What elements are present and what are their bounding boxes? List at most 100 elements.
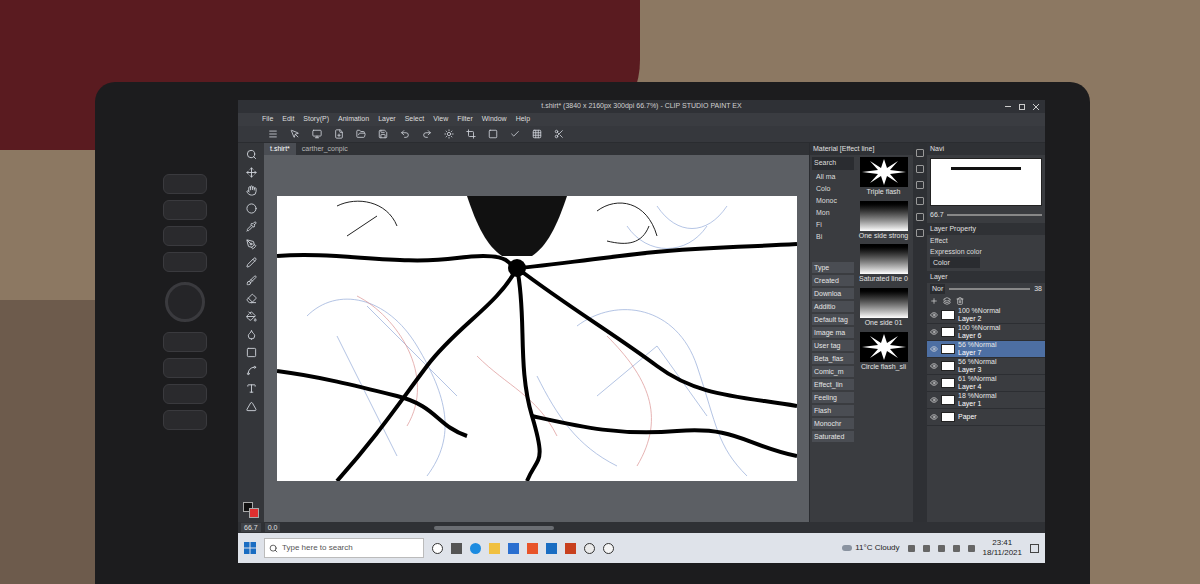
tray-icon[interactable] <box>908 545 915 552</box>
material-tree-item[interactable]: Mon <box>812 207 854 218</box>
windows-logo-icon[interactable] <box>244 542 256 554</box>
material-tag[interactable]: Flash <box>812 405 854 416</box>
expression-color-select[interactable]: Color <box>930 257 980 268</box>
express-key[interactable] <box>163 410 207 430</box>
cortana-icon[interactable] <box>432 543 443 554</box>
express-key[interactable] <box>163 358 207 378</box>
panel-toggle-icon[interactable] <box>916 181 924 189</box>
layer-folder-icon[interactable] <box>943 297 951 305</box>
menu-item[interactable]: Animation <box>338 114 369 125</box>
visibility-eye-icon[interactable] <box>930 311 938 319</box>
horizontal-scrollbar[interactable] <box>434 526 554 530</box>
menu-item[interactable]: Window <box>482 114 507 125</box>
menu-item[interactable]: Select <box>405 114 424 125</box>
pencil-icon[interactable] <box>246 257 257 268</box>
material-tag[interactable]: Type <box>812 262 854 273</box>
scissors-icon[interactable] <box>554 129 564 139</box>
zoom-icon[interactable] <box>246 149 257 160</box>
maximize-icon[interactable] <box>1019 104 1025 110</box>
material-tag[interactable]: Effect_lin <box>812 379 854 390</box>
pen-icon[interactable] <box>246 239 257 250</box>
menu-item[interactable]: Help <box>516 114 530 125</box>
material-tile[interactable]: Triple flash <box>856 157 911 197</box>
material-tree-item[interactable]: Colo <box>812 183 854 194</box>
weather-widget[interactable]: 11°C Cloudy <box>842 542 899 554</box>
eyedropper-icon[interactable] <box>246 221 257 232</box>
opacity-slider[interactable] <box>949 288 1030 290</box>
powerpoint-icon[interactable] <box>565 543 576 554</box>
panel-toggle-icon[interactable] <box>916 197 924 205</box>
material-search[interactable]: Search <box>812 157 854 170</box>
express-key[interactable] <box>163 226 207 246</box>
crop-icon[interactable] <box>466 129 476 139</box>
new-file-icon[interactable] <box>334 129 344 139</box>
menu-item[interactable]: File <box>262 114 273 125</box>
undo-icon[interactable] <box>400 129 410 139</box>
delete-layer-icon[interactable] <box>956 297 964 305</box>
close-icon[interactable] <box>1033 104 1039 110</box>
material-tag[interactable]: Monochr <box>812 418 854 429</box>
visibility-eye-icon[interactable] <box>930 396 938 404</box>
zoom-value[interactable]: 66.7 <box>930 210 944 221</box>
save-icon[interactable] <box>378 129 388 139</box>
taskbar-search[interactable]: Type here to search <box>264 538 424 558</box>
tray-icon[interactable] <box>968 545 975 552</box>
paint-icon[interactable] <box>603 543 614 554</box>
brightness-icon[interactable] <box>444 129 454 139</box>
store-icon[interactable] <box>508 543 519 554</box>
express-key[interactable] <box>163 252 207 272</box>
express-key[interactable] <box>163 384 207 404</box>
layer-row[interactable]: Paper <box>927 409 1045 426</box>
edge-icon[interactable] <box>470 543 481 554</box>
material-tag[interactable]: User tag <box>812 340 854 351</box>
material-tree-item[interactable]: Monoc <box>812 195 854 206</box>
material-tag[interactable]: Default tag <box>812 314 854 325</box>
sub-color[interactable] <box>249 508 259 518</box>
notification-icon[interactable] <box>1030 544 1039 553</box>
material-tag[interactable]: Saturated <box>812 431 854 442</box>
curve-icon[interactable] <box>246 365 257 376</box>
material-tag[interactable]: Created <box>812 275 854 286</box>
document-tab[interactable]: t.shirt* <box>264 143 296 155</box>
material-tag[interactable]: Downloa <box>812 288 854 299</box>
clip-studio-icon[interactable] <box>584 543 595 554</box>
material-tile[interactable]: Saturated line 0 <box>856 244 911 284</box>
document-tab[interactable]: carther_conpic <box>296 143 354 155</box>
check-icon[interactable] <box>510 129 520 139</box>
tray-icon[interactable] <box>923 545 930 552</box>
layer-row[interactable]: 56 %NormalLayer 3 <box>927 358 1045 375</box>
visibility-eye-icon[interactable] <box>930 379 938 387</box>
tray-icon[interactable] <box>953 545 960 552</box>
folder-icon[interactable] <box>489 543 500 554</box>
layer-row[interactable]: 56 %NormalLayer 7 <box>927 341 1045 358</box>
layer-row[interactable]: 18 %NormalLayer 1 <box>927 392 1045 409</box>
menu-item[interactable]: Layer <box>378 114 396 125</box>
opacity-value[interactable]: 38 <box>1034 284 1042 295</box>
material-tag[interactable]: Beta_flas <box>812 353 854 364</box>
menu-item[interactable]: View <box>433 114 448 125</box>
material-tag[interactable]: Comic_m <box>812 366 854 377</box>
redo-icon[interactable] <box>422 129 432 139</box>
mail-icon[interactable] <box>546 543 557 554</box>
material-tree-item[interactable]: Fi <box>812 219 854 230</box>
status-zoom[interactable]: 66.7 <box>241 523 261 532</box>
menu-item[interactable]: Story(P) <box>303 114 329 125</box>
material-tag[interactable]: Feeling <box>812 392 854 403</box>
eraser-icon[interactable] <box>246 293 257 304</box>
material-tag[interactable]: Image ma <box>812 327 854 338</box>
layer-row[interactable]: 100 %NormalLayer 2 <box>927 307 1045 324</box>
menu-icon[interactable] <box>268 129 278 139</box>
panel-toggle-icon[interactable] <box>916 229 924 237</box>
visibility-eye-icon[interactable] <box>930 413 938 421</box>
visibility-eye-icon[interactable] <box>930 345 938 353</box>
panel-toggle-icon[interactable] <box>916 165 924 173</box>
hand-icon[interactable] <box>246 185 257 196</box>
status-angle[interactable]: 0.0 <box>265 523 281 532</box>
material-tile[interactable]: One side 01 <box>856 288 911 328</box>
visibility-eye-icon[interactable] <box>930 328 938 336</box>
clock[interactable]: 23:4118/11/2021 <box>983 538 1022 558</box>
move-icon[interactable] <box>246 167 257 178</box>
monitor-icon[interactable] <box>312 129 322 139</box>
express-key[interactable] <box>163 200 207 220</box>
fill-icon[interactable] <box>246 311 257 322</box>
